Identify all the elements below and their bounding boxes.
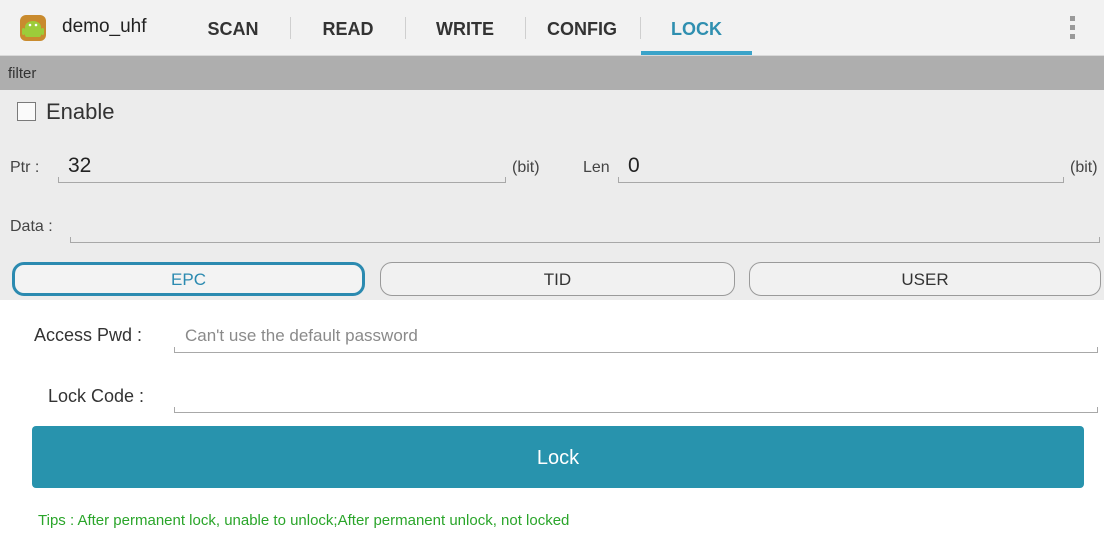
tab-divider xyxy=(405,17,406,39)
len-label: Len xyxy=(583,159,610,176)
app-title: demo_uhf xyxy=(62,16,147,37)
filter-header: filter xyxy=(0,56,1104,90)
tab-divider xyxy=(525,17,526,39)
access-pwd-underline xyxy=(174,347,1098,353)
tab-lock[interactable]: LOCK xyxy=(641,0,752,55)
tab-read[interactable]: READ xyxy=(306,0,390,55)
data-underline xyxy=(70,237,1100,243)
tab-write[interactable]: WRITE xyxy=(420,0,510,55)
lock-code-label: Lock Code : xyxy=(48,386,145,406)
action-bar: demo_uhf SCAN READ WRITE CONFIG LOCK xyxy=(0,0,1104,56)
tab-divider xyxy=(290,17,291,39)
tab-config[interactable]: CONFIG xyxy=(534,0,630,55)
len-input[interactable]: 0 xyxy=(628,154,640,178)
tips-text: Tips : After permanent lock, unable to u… xyxy=(38,512,570,529)
enable-checkbox[interactable] xyxy=(17,102,36,121)
ptr-underline xyxy=(58,177,506,183)
len-unit: (bit) xyxy=(1070,159,1098,176)
tab-scan[interactable]: SCAN xyxy=(190,0,276,55)
ptr-unit: (bit) xyxy=(512,159,540,176)
ptr-input[interactable]: 32 xyxy=(68,154,91,178)
access-pwd-label: Access Pwd : xyxy=(34,325,143,345)
len-underline xyxy=(618,177,1064,183)
ptr-label: Ptr : xyxy=(10,159,40,176)
overflow-menu-icon[interactable] xyxy=(1066,16,1078,42)
data-label: Data : xyxy=(10,218,53,235)
access-pwd-input[interactable]: Can't use the default password xyxy=(185,326,418,346)
android-icon xyxy=(20,15,46,41)
lock-button[interactable]: Lock xyxy=(32,426,1084,488)
bank-epc-button[interactable]: EPC xyxy=(12,262,365,296)
bank-tid-button[interactable]: TID xyxy=(380,262,735,296)
lock-code-underline xyxy=(174,407,1098,413)
bank-user-button[interactable]: USER xyxy=(749,262,1101,296)
filter-title: filter xyxy=(8,65,37,82)
enable-label: Enable xyxy=(46,99,115,124)
